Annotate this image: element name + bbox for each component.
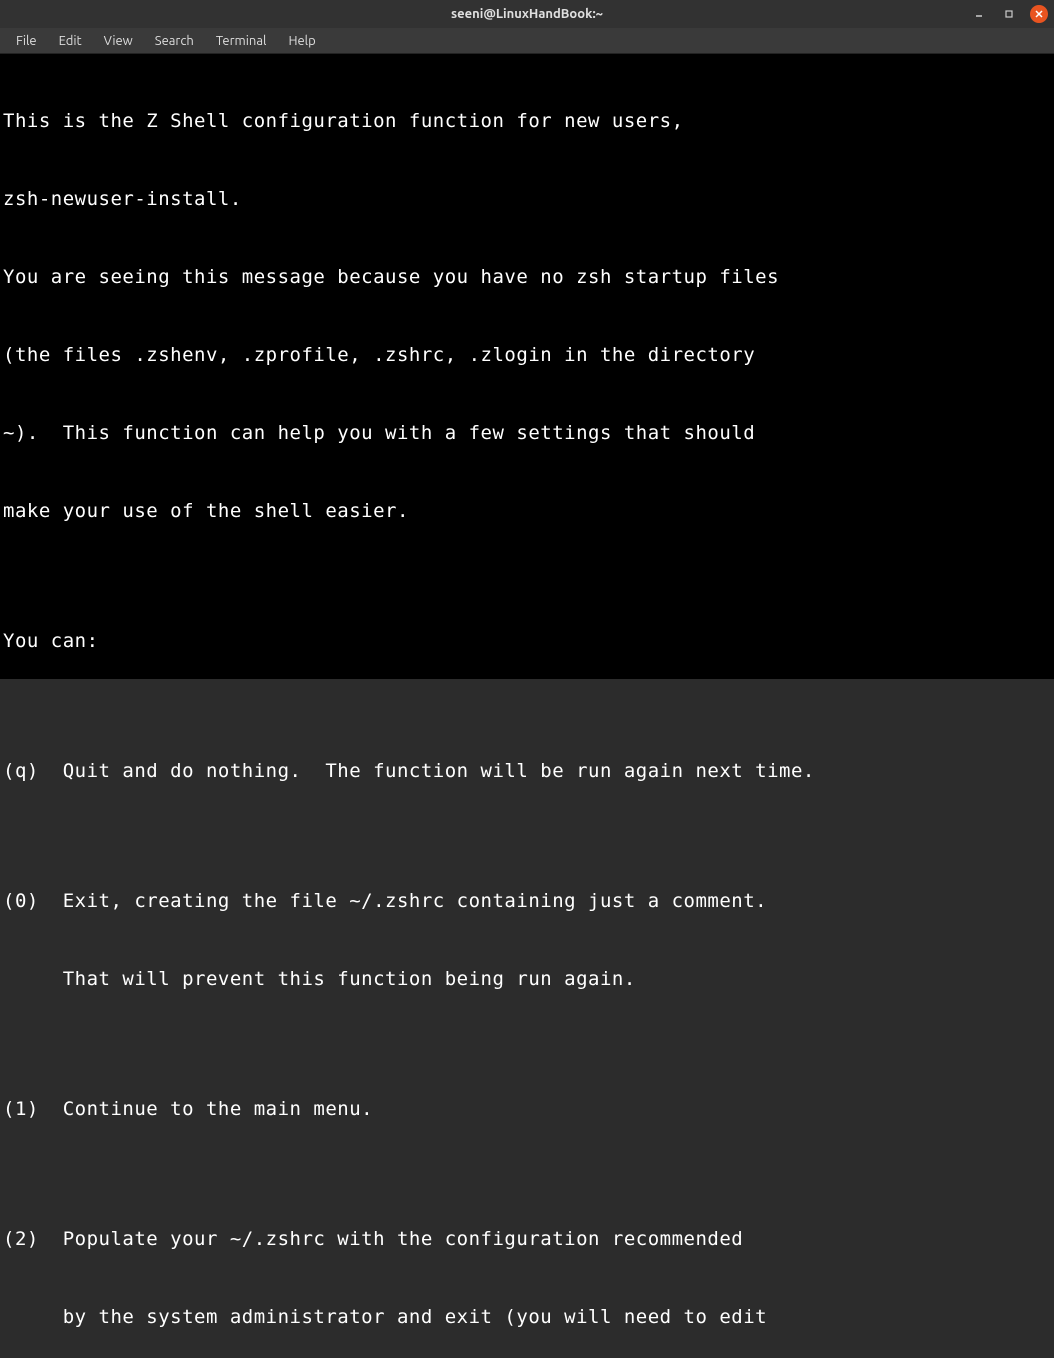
maximize-button[interactable] [1000, 5, 1018, 23]
maximize-icon [1004, 9, 1014, 19]
terminal-line: make your use of the shell easier. [3, 498, 1051, 524]
terminal-line: (0) Exit, creating the file ~/.zshrc con… [3, 888, 1051, 914]
menubar: File Edit View Search Terminal Help [0, 28, 1054, 54]
minimize-icon [974, 9, 984, 19]
close-button[interactable] [1030, 5, 1048, 23]
terminal-line: ~). This function can help you with a fe… [3, 420, 1051, 446]
terminal-line: (2) Populate your ~/.zshrc with the conf… [3, 1226, 1051, 1252]
terminal-line: You can: [3, 628, 1051, 654]
terminal-line: (1) Continue to the main menu. [3, 1096, 1051, 1122]
window-titlebar: seeni@LinuxHandBook:~ [0, 0, 1054, 28]
terminal-line: (the files .zshenv, .zprofile, .zshrc, .… [3, 342, 1051, 368]
menu-view[interactable]: View [94, 30, 143, 52]
terminal-line: (q) Quit and do nothing. The function wi… [3, 758, 1051, 784]
terminal-line: This is the Z Shell configuration functi… [3, 108, 1051, 134]
terminal-line: That will prevent this function being ru… [3, 966, 1051, 992]
menu-help[interactable]: Help [278, 30, 325, 52]
window-title: seeni@LinuxHandBook:~ [451, 7, 603, 21]
menu-terminal[interactable]: Terminal [206, 30, 277, 52]
menu-search[interactable]: Search [145, 30, 204, 52]
menu-edit[interactable]: Edit [49, 30, 92, 52]
terminal-line: zsh-newuser-install. [3, 186, 1051, 212]
window-controls [970, 5, 1048, 23]
menu-file[interactable]: File [6, 30, 47, 52]
terminal-line: by the system administrator and exit (yo… [3, 1304, 1051, 1330]
close-icon [1034, 9, 1044, 19]
minimize-button[interactable] [970, 5, 988, 23]
terminal-line: You are seeing this message because you … [3, 264, 1051, 290]
terminal-area[interactable]: This is the Z Shell configuration functi… [0, 54, 1054, 679]
